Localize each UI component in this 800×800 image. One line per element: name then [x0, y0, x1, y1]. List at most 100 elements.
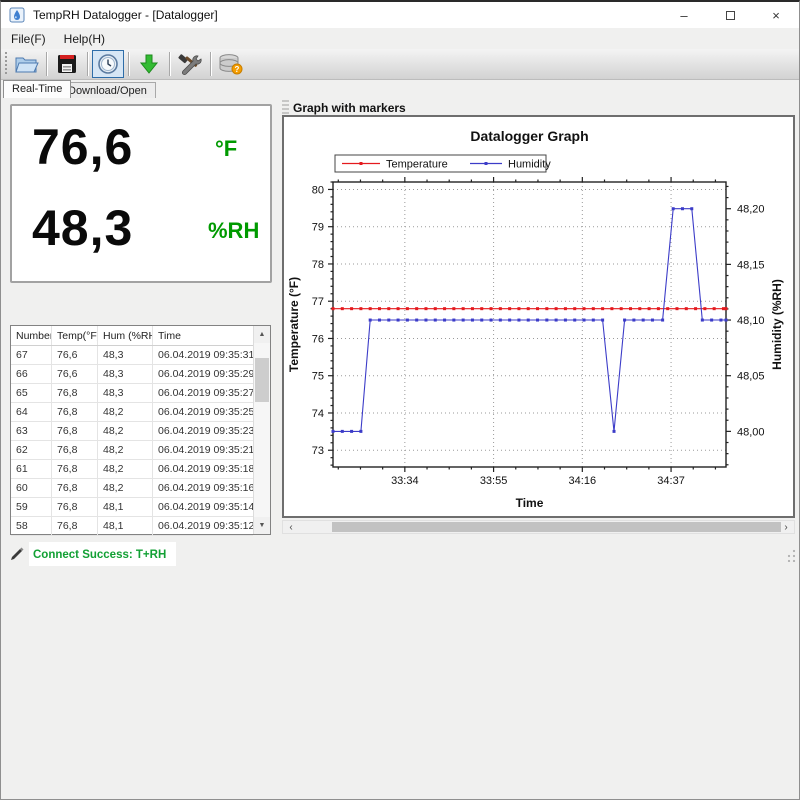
open-folder-icon — [13, 52, 39, 76]
svg-text:33:55: 33:55 — [480, 475, 508, 487]
table-cell: 61 — [11, 460, 52, 478]
table-row[interactable]: 6276,848,206.04.2019 09:35:21 — [11, 441, 253, 460]
title-bar: TempRH Datalogger - [Datalogger] – × — [1, 2, 799, 28]
svg-text:?: ? — [235, 65, 240, 74]
app-icon — [9, 7, 25, 23]
table-cell: 06.04.2019 09:35:31 — [153, 346, 253, 364]
table-cell: 48,2 — [98, 460, 153, 478]
help-database-button[interactable]: ? — [215, 50, 247, 78]
svg-text:48,20: 48,20 — [737, 204, 765, 216]
save-button[interactable] — [51, 50, 83, 78]
table-cell: 06.04.2019 09:35:21 — [153, 441, 253, 459]
table-cell: 64 — [11, 403, 52, 421]
table-cell: 76,8 — [52, 422, 98, 440]
svg-text:Humidity (%RH): Humidity (%RH) — [770, 279, 784, 370]
svg-text:80: 80 — [312, 184, 324, 196]
toolbar-grip[interactable] — [3, 52, 9, 76]
app-window: TempRH Datalogger - [Datalogger] – × Fil… — [0, 0, 800, 800]
menu-file[interactable]: File(F) — [11, 32, 46, 46]
table-row[interactable]: 6476,848,206.04.2019 09:35:25 — [11, 403, 253, 422]
table-cell: 06.04.2019 09:35:14 — [153, 498, 253, 516]
table-cell: 06.04.2019 09:35:29 — [153, 365, 253, 383]
svg-text:33:34: 33:34 — [391, 475, 419, 487]
table-cell: 76,8 — [52, 460, 98, 478]
table-cell: 62 — [11, 441, 52, 459]
graph-panel-grip[interactable] — [282, 100, 289, 115]
live-readout-panel: 76,6 °F 48,3 %RH — [10, 104, 272, 283]
table-header-row: NumberTemp(°F)Hum (%RH)Time — [11, 326, 253, 346]
table-cell: 76,8 — [52, 441, 98, 459]
table-row[interactable]: 5876,848,106.04.2019 09:35:12 — [11, 517, 253, 536]
table-cell: 48,2 — [98, 403, 153, 421]
graph-hscrollbar-thumb[interactable] — [332, 522, 781, 532]
table-cell: 76,8 — [52, 479, 98, 497]
column-header[interactable]: Time — [153, 326, 253, 345]
svg-text:76: 76 — [312, 333, 324, 345]
window-title: TempRH Datalogger - [Datalogger] — [33, 8, 218, 22]
column-header[interactable]: Hum (%RH) — [98, 326, 153, 345]
table-cell: 48,3 — [98, 346, 153, 364]
table-cell: 76,8 — [52, 498, 98, 516]
table-row[interactable]: 5976,848,106.04.2019 09:35:14 — [11, 498, 253, 517]
table-cell: 48,1 — [98, 517, 153, 535]
svg-text:48,15: 48,15 — [737, 259, 765, 271]
menu-help[interactable]: Help(H) — [64, 32, 105, 46]
datalogger-chart: Datalogger Graph737475767778798048,0048,… — [284, 117, 793, 516]
tools-icon — [177, 52, 203, 76]
minimize-button[interactable]: – — [661, 2, 707, 28]
table-scrollbar[interactable]: ▲ ▼ — [253, 326, 270, 534]
svg-text:73: 73 — [312, 445, 324, 457]
table-cell: 76,6 — [52, 365, 98, 383]
temperature-unit: °F — [215, 136, 237, 162]
table-cell: 48,3 — [98, 384, 153, 402]
table-cell: 48,2 — [98, 479, 153, 497]
floppy-disk-icon — [55, 52, 79, 76]
svg-text:74: 74 — [312, 408, 324, 420]
scroll-right-icon[interactable]: › — [778, 521, 794, 533]
tab-real-time[interactable]: Real-Time — [3, 80, 71, 98]
table-cell: 06.04.2019 09:35:23 — [153, 422, 253, 440]
graph-hscrollbar[interactable]: ‹ › — [282, 520, 795, 534]
svg-text:Time: Time — [516, 496, 544, 510]
toolbar: ? — [1, 49, 799, 80]
maximize-button[interactable] — [707, 2, 753, 28]
toolbar-separator — [169, 52, 170, 76]
svg-text:34:16: 34:16 — [569, 475, 597, 487]
table-cell: 63 — [11, 422, 52, 440]
svg-text:77: 77 — [312, 296, 324, 308]
svg-text:79: 79 — [312, 222, 324, 234]
table-cell: 66 — [11, 365, 52, 383]
scroll-up-icon[interactable]: ▲ — [254, 326, 270, 343]
table-cell: 06.04.2019 09:35:12 — [153, 517, 253, 535]
table-scrollbar-thumb[interactable] — [255, 358, 269, 402]
scroll-left-icon[interactable]: ‹ — [283, 521, 299, 533]
humidity-value: 48,3 — [32, 199, 133, 257]
download-button[interactable] — [133, 50, 165, 78]
table-row[interactable]: 6576,848,306.04.2019 09:35:27 — [11, 384, 253, 403]
table-row[interactable]: 6376,848,206.04.2019 09:35:23 — [11, 422, 253, 441]
table-row[interactable]: 6676,648,306.04.2019 09:35:29 — [11, 365, 253, 384]
humidity-unit: %RH — [208, 218, 259, 244]
tab-download-open[interactable]: Download/Open — [59, 82, 156, 98]
table-cell: 76,8 — [52, 403, 98, 421]
table-row[interactable]: 6076,848,206.04.2019 09:35:16 — [11, 479, 253, 498]
svg-text:75: 75 — [312, 371, 324, 383]
clock-sync-button[interactable] — [92, 50, 124, 78]
scroll-down-icon[interactable]: ▼ — [254, 517, 270, 534]
maximize-icon — [726, 11, 735, 20]
column-header[interactable]: Number — [11, 326, 52, 345]
table-row[interactable]: 6776,648,306.04.2019 09:35:31 — [11, 346, 253, 365]
resize-grip-icon[interactable] — [784, 548, 796, 562]
table-cell: 06.04.2019 09:35:18 — [153, 460, 253, 478]
status-chip: Connect Success: T+RH — [29, 542, 176, 566]
table-cell: 48,2 — [98, 422, 153, 440]
column-header[interactable]: Temp(°F) — [52, 326, 98, 345]
svg-text:48,00: 48,00 — [737, 426, 765, 438]
log-table: NumberTemp(°F)Hum (%RH)Time6776,648,306.… — [10, 325, 271, 535]
settings-button[interactable] — [174, 50, 206, 78]
table-row[interactable]: 6176,848,206.04.2019 09:35:18 — [11, 460, 253, 479]
svg-text:Humidity: Humidity — [508, 159, 551, 171]
tab-bar: Real-Time Download/Open — [1, 80, 799, 98]
close-button[interactable]: × — [753, 2, 799, 28]
open-file-button[interactable] — [10, 50, 42, 78]
